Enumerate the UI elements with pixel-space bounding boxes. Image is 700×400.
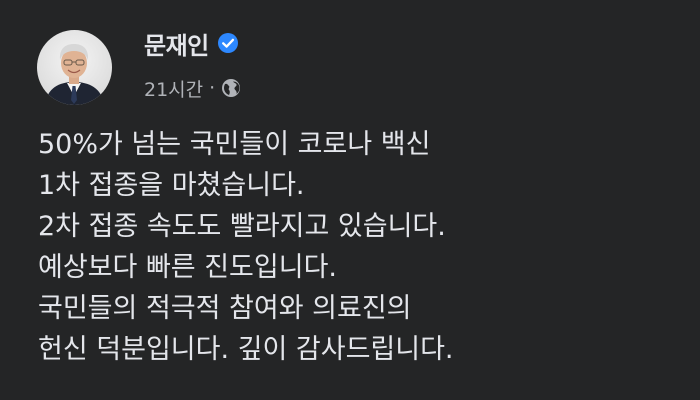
verified-badge-icon <box>217 32 239 54</box>
facebook-post: 문재인 21시간 · 50%가 넘는 국민들이 코로나 백신 1차 접종을 마쳤… <box>0 0 700 400</box>
author-name[interactable]: 문재인 <box>144 26 209 61</box>
avatar-photo <box>37 30 112 105</box>
post-body-line: 2차 접종 속도도 빨라지고 있습니다. <box>38 211 446 242</box>
post-body-line: 헌신 덕분입니다. 깊이 감사드립니다. <box>38 334 454 365</box>
post-body-line: 50%가 넘는 국민들이 코로나 백신 <box>38 129 431 160</box>
author-row: 문재인 <box>144 26 239 60</box>
avatar[interactable] <box>37 30 112 105</box>
post-body: 50%가 넘는 국민들이 코로나 백신 1차 접종을 마쳤습니다. 2차 접종 … <box>38 124 678 370</box>
meta-separator: · <box>209 77 216 99</box>
post-body-line: 1차 접종을 마쳤습니다. <box>38 170 305 201</box>
globe-icon[interactable] <box>221 78 241 98</box>
post-timestamp[interactable]: 21시간 <box>144 75 203 102</box>
post-body-line: 예상보다 빠른 진도입니다. <box>38 252 337 283</box>
post-meta: 21시간 · <box>144 74 241 102</box>
post-body-line: 국민들의 적극적 참여와 의료진의 <box>38 293 412 324</box>
